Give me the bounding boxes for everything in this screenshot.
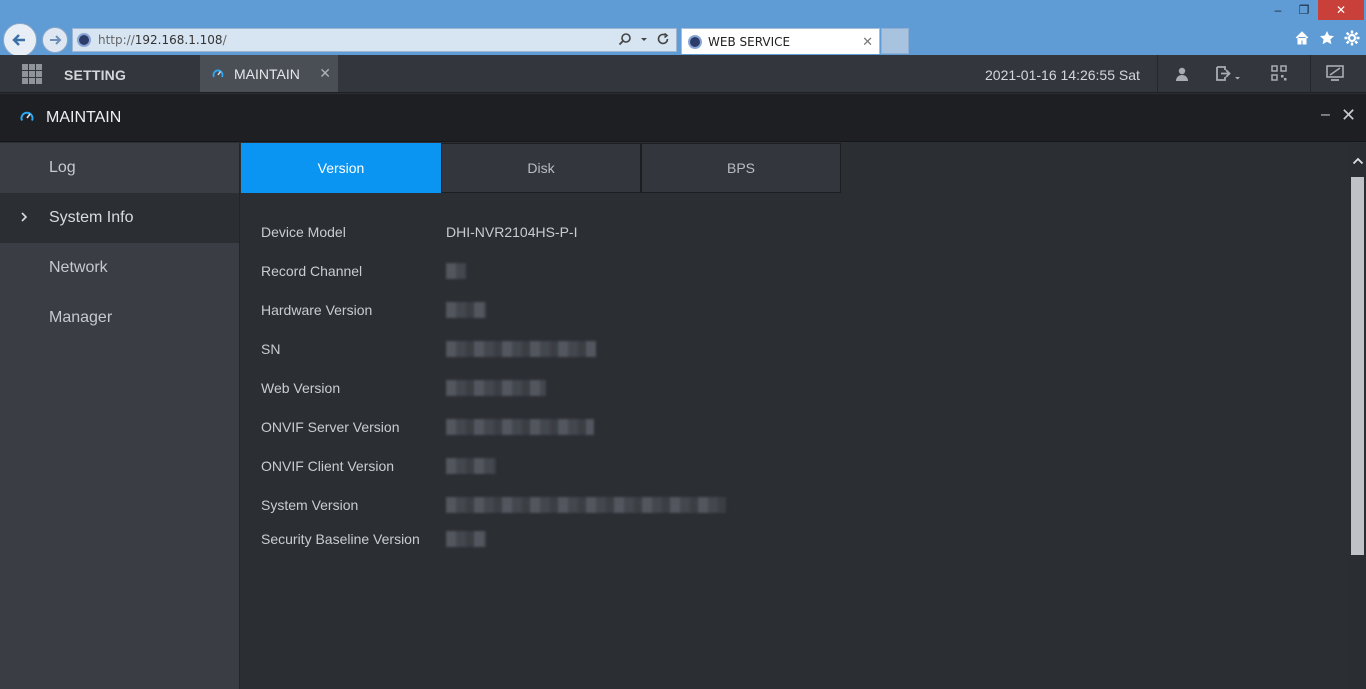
info-row-security-baseline-version: Security Baseline Version bbox=[261, 529, 486, 549]
info-label: System Version bbox=[261, 497, 359, 513]
redacted-value bbox=[446, 380, 546, 396]
new-tab-button[interactable] bbox=[881, 28, 909, 54]
redacted-value bbox=[446, 302, 486, 318]
app-tab-maintain[interactable]: MAINTAIN ✕ bbox=[200, 55, 338, 92]
logout-icon[interactable] bbox=[1215, 65, 1241, 83]
setting-button[interactable]: SETTING bbox=[64, 67, 126, 83]
scroll-thumb[interactable] bbox=[1351, 177, 1364, 555]
info-label: SN bbox=[261, 341, 281, 357]
redacted-value bbox=[446, 497, 726, 513]
app-tab-label: MAINTAIN bbox=[234, 65, 300, 82]
info-row-onvif-client-version: ONVIF Client Version bbox=[261, 456, 496, 476]
app-top-bar: SETTING MAINTAIN ✕ 2021-01-16 14:26:55 S… bbox=[0, 55, 1366, 93]
sidebar-item-manager[interactable]: Manager bbox=[0, 293, 239, 343]
info-label: Device Model bbox=[261, 224, 346, 240]
sidebar-item-label: Network bbox=[49, 259, 108, 276]
info-row-record-channel: Record Channel bbox=[261, 261, 466, 281]
sidebar-item-system-info[interactable]: System Info bbox=[0, 193, 239, 243]
redacted-value bbox=[446, 419, 594, 435]
address-bar[interactable]: http://192.168.1.108/ bbox=[72, 28, 677, 52]
browser-tab-title: WEB SERVICE bbox=[708, 34, 791, 49]
info-label: Record Channel bbox=[261, 263, 363, 279]
info-row-hardware-version: Hardware Version bbox=[261, 300, 486, 320]
tab-disk[interactable]: Disk bbox=[441, 143, 641, 193]
tab-bar: Version Disk BPS bbox=[241, 143, 841, 193]
forward-button[interactable] bbox=[42, 27, 68, 53]
app-tab-close-icon[interactable]: ✕ bbox=[319, 65, 331, 82]
info-label: Security Baseline Version bbox=[261, 531, 420, 547]
forward-icon bbox=[50, 35, 62, 45]
maintain-window-header: MAINTAIN – ✕ bbox=[0, 94, 1366, 142]
site-favicon-icon bbox=[688, 34, 702, 49]
window-title: MAINTAIN bbox=[46, 109, 122, 126]
gear-icon[interactable] bbox=[1344, 30, 1360, 46]
redacted-value bbox=[446, 458, 496, 474]
info-row-web-version: Web Version bbox=[261, 378, 546, 398]
info-label: Hardware Version bbox=[261, 302, 373, 318]
info-row-onvif-server-version: ONVIF Server Version bbox=[261, 417, 594, 437]
maintain-gauge-icon bbox=[212, 69, 224, 77]
dropdown-icon[interactable] bbox=[640, 35, 648, 43]
top-divider bbox=[1310, 55, 1311, 92]
browser-tab[interactable]: WEB SERVICE ✕ bbox=[681, 28, 880, 54]
scroll-up-icon[interactable] bbox=[1349, 155, 1366, 169]
redacted-value bbox=[446, 263, 466, 279]
info-label: Web Version bbox=[261, 380, 341, 396]
window-close-button[interactable]: ✕ bbox=[1318, 0, 1364, 20]
refresh-icon[interactable] bbox=[656, 32, 670, 46]
redacted-value bbox=[446, 531, 486, 547]
back-icon bbox=[12, 34, 25, 46]
info-label: ONVIF Client Version bbox=[261, 458, 395, 474]
device-datetime: 2021-01-16 14:26:55 Sat bbox=[985, 67, 1140, 83]
search-icon[interactable] bbox=[618, 32, 632, 46]
sidebar-item-label: Log bbox=[49, 159, 76, 176]
user-icon[interactable] bbox=[1174, 66, 1190, 82]
tab-bps[interactable]: BPS bbox=[641, 143, 841, 193]
info-value: DHI-NVR2104HS-P-I bbox=[446, 224, 578, 240]
info-row-system-version: System Version bbox=[261, 495, 726, 515]
back-button[interactable] bbox=[3, 23, 37, 57]
main-menu-grid-icon[interactable] bbox=[22, 64, 42, 84]
main-content: Version Disk BPS Device Model DHI-NVR210… bbox=[241, 143, 1349, 689]
top-divider bbox=[1157, 55, 1158, 92]
window-minimize-button[interactable]: – bbox=[1266, 0, 1290, 20]
home-icon[interactable] bbox=[1294, 30, 1310, 46]
info-row-device-model: Device Model DHI-NVR2104HS-P-I bbox=[261, 222, 577, 242]
maintain-gauge-icon bbox=[20, 111, 34, 121]
window-close-icon[interactable]: ✕ bbox=[1341, 105, 1356, 126]
browser-toolbar: http://192.168.1.108/ WEB SERVICE ✕ – ❐ … bbox=[0, 0, 1366, 57]
browser-tab-close-icon[interactable]: ✕ bbox=[862, 34, 873, 50]
sidebar-item-label: System Info bbox=[49, 209, 134, 226]
vertical-scrollbar[interactable] bbox=[1349, 143, 1366, 689]
sidebar-item-label: Manager bbox=[49, 309, 113, 326]
sidebar-item-network[interactable]: Network bbox=[0, 243, 239, 293]
site-favicon-icon bbox=[77, 33, 91, 47]
chevron-right-icon bbox=[20, 210, 28, 226]
info-label: ONVIF Server Version bbox=[261, 419, 400, 435]
window-minimize-icon[interactable]: – bbox=[1321, 106, 1330, 124]
window-restore-button[interactable]: ❐ bbox=[1292, 0, 1316, 20]
address-url: http://192.168.1.108/ bbox=[98, 33, 227, 47]
redacted-value bbox=[446, 341, 596, 357]
display-icon[interactable] bbox=[1326, 65, 1344, 81]
qr-code-icon[interactable] bbox=[1271, 65, 1287, 81]
tab-version[interactable]: Version bbox=[241, 143, 441, 193]
sidebar: Log System Info Network Manager bbox=[0, 143, 240, 689]
info-row-sn: SN bbox=[261, 339, 596, 359]
star-icon[interactable] bbox=[1319, 30, 1335, 46]
sidebar-item-log[interactable]: Log bbox=[0, 143, 239, 193]
